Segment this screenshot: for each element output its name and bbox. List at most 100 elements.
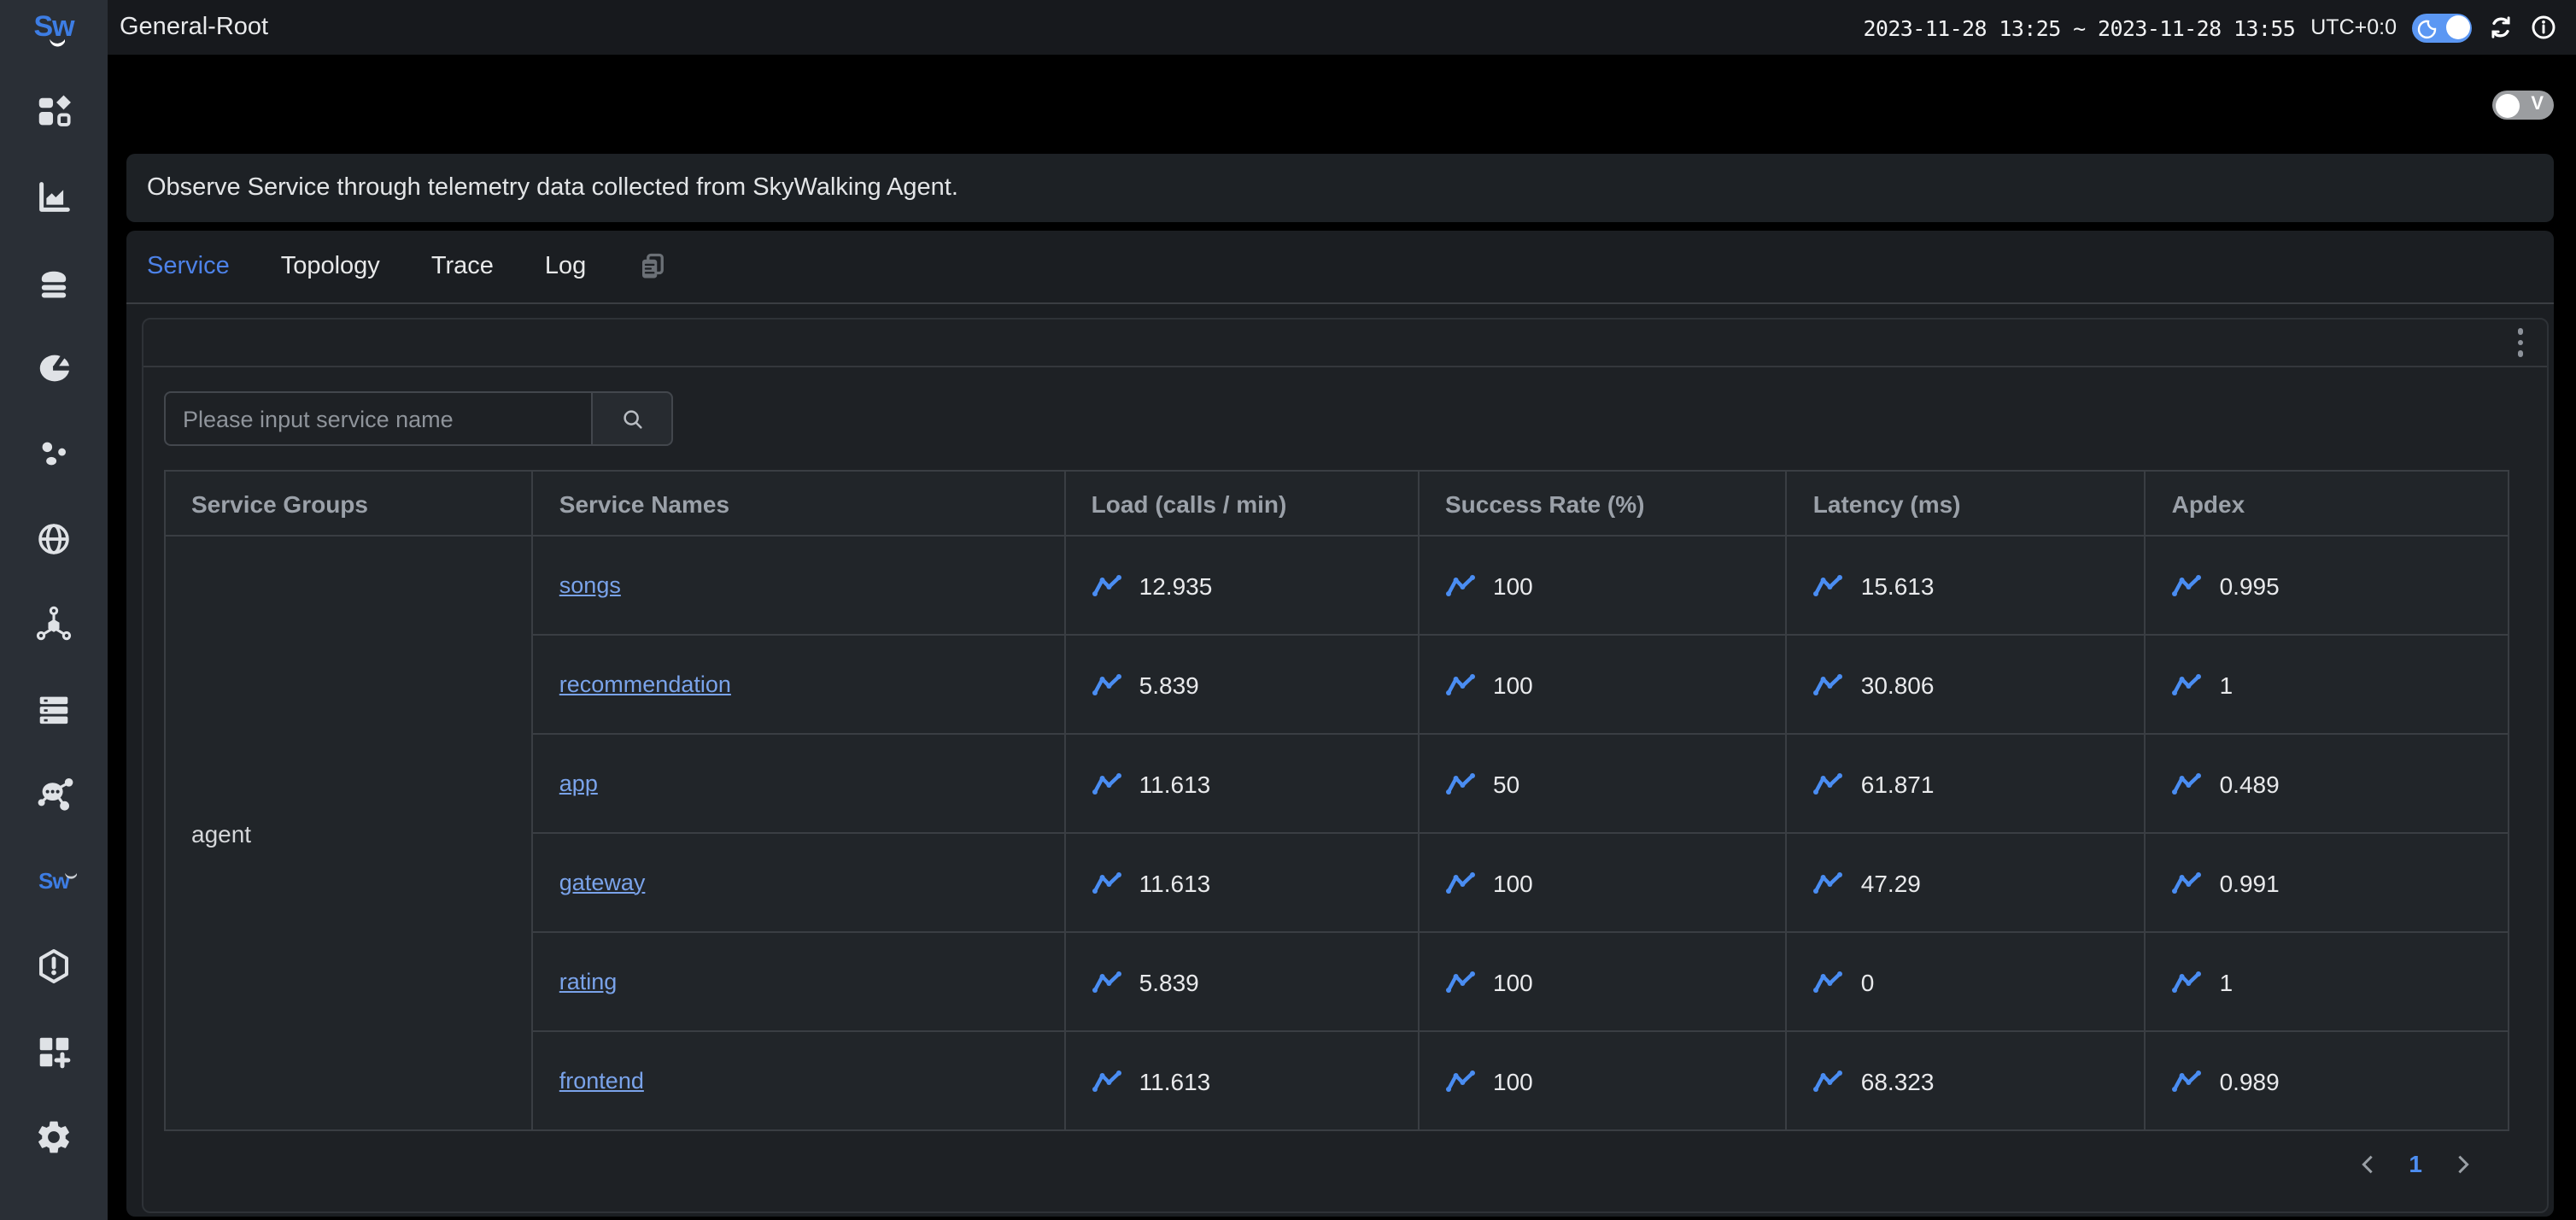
sparkline-icon bbox=[1813, 672, 1844, 696]
topbar: General-Root 2023-11-28 13:25 ~ 2023-11-… bbox=[108, 0, 2576, 55]
sparkline-icon bbox=[2172, 771, 2203, 795]
service-search bbox=[164, 391, 673, 446]
latency-value: 61.871 bbox=[1861, 770, 1935, 797]
load-value: 11.613 bbox=[1139, 1067, 1211, 1094]
dashboard-area: V Observe Service through telemetry data… bbox=[108, 55, 2576, 1220]
page-title: General-Root bbox=[108, 14, 268, 41]
apdex-value: 0.489 bbox=[2220, 770, 2280, 797]
bar-chart-icon[interactable] bbox=[0, 154, 108, 239]
sidebar-nav: Sw bbox=[0, 55, 108, 1179]
layers-icon[interactable] bbox=[0, 239, 108, 325]
sparkline-icon bbox=[1445, 672, 1476, 696]
scatter-dots-icon[interactable] bbox=[0, 410, 108, 496]
service-panel: Service Topology Trace Log bbox=[126, 231, 2554, 1217]
col-load: Load (calls / min) bbox=[1065, 471, 1419, 536]
tab-service[interactable]: Service bbox=[147, 253, 230, 280]
gear-icon[interactable] bbox=[0, 1094, 108, 1179]
network-nodes-icon[interactable] bbox=[0, 752, 108, 837]
search-button[interactable] bbox=[591, 391, 673, 446]
latency-value: 0 bbox=[1861, 968, 1875, 995]
tab-divider bbox=[126, 302, 2554, 304]
tab-bar: Service Topology Trace Log bbox=[126, 231, 2554, 302]
shapes-icon[interactable] bbox=[0, 68, 108, 154]
sparkline-icon bbox=[1813, 970, 1844, 994]
col-service-groups: Service Groups bbox=[165, 471, 533, 536]
widget-menu-icon[interactable] bbox=[2510, 326, 2530, 360]
service-link[interactable]: frontend bbox=[559, 1067, 644, 1093]
skywalking-app: Sw bbox=[0, 0, 2576, 1220]
sidebar: Sw bbox=[0, 0, 108, 1220]
load-value: 11.613 bbox=[1139, 770, 1211, 797]
description-banner: Observe Service through telemetry data c… bbox=[126, 154, 2554, 222]
skywalking-logo[interactable]: Sw bbox=[0, 0, 108, 55]
search-input[interactable] bbox=[164, 391, 591, 446]
info-icon[interactable] bbox=[2530, 14, 2557, 41]
sparkline-icon bbox=[1445, 573, 1476, 597]
theme-toggle[interactable] bbox=[2412, 13, 2472, 42]
tab-topology[interactable]: Topology bbox=[281, 253, 380, 280]
service-table-widget: Service Groups Service Names Load (calls… bbox=[142, 318, 2549, 1213]
current-page[interactable]: 1 bbox=[2409, 1150, 2422, 1177]
prev-page-icon[interactable] bbox=[2359, 1153, 2376, 1175]
sparkline-icon bbox=[1813, 1069, 1844, 1093]
next-page-icon[interactable] bbox=[2455, 1153, 2472, 1175]
view-mode-label: V bbox=[2531, 93, 2544, 114]
latency-value: 68.323 bbox=[1861, 1067, 1935, 1094]
sparkline-icon bbox=[1092, 970, 1122, 994]
sparkline-icon bbox=[2172, 970, 2203, 994]
sparkline-icon bbox=[2172, 871, 2203, 894]
pagination: 1 bbox=[161, 1150, 2472, 1177]
latency-value: 47.29 bbox=[1861, 869, 1921, 896]
col-latency: Latency (ms) bbox=[1787, 471, 2146, 536]
moon-icon bbox=[2417, 17, 2438, 48]
table-row: agent songs 12.935 100 15.613 0.995 bbox=[165, 536, 2509, 635]
timezone-label[interactable]: UTC+0:0 bbox=[2310, 15, 2397, 39]
apdex-value: 0.991 bbox=[2220, 869, 2280, 896]
service-link[interactable]: gateway bbox=[559, 869, 646, 894]
hexagon-alert-icon[interactable] bbox=[0, 923, 108, 1008]
apdex-value: 1 bbox=[2220, 968, 2234, 995]
sparkline-icon bbox=[1445, 1069, 1476, 1093]
sparkline-icon bbox=[1445, 871, 1476, 894]
success-rate-value: 50 bbox=[1493, 770, 1519, 797]
logo-crescent-icon bbox=[66, 866, 78, 880]
sparkline-icon bbox=[1813, 771, 1844, 795]
globe-icon[interactable] bbox=[0, 496, 108, 581]
apdex-value: 0.995 bbox=[2220, 572, 2280, 599]
success-rate-value: 100 bbox=[1493, 1067, 1533, 1094]
col-service-names: Service Names bbox=[533, 471, 1065, 536]
cube-axis-icon[interactable] bbox=[0, 581, 108, 666]
banner-text: Observe Service through telemetry data c… bbox=[126, 174, 958, 202]
service-link[interactable]: rating bbox=[559, 968, 618, 994]
sparkline-icon bbox=[1445, 771, 1476, 795]
sparkline-icon bbox=[1092, 871, 1122, 894]
grid-plus-icon[interactable] bbox=[0, 1008, 108, 1094]
tab-trace[interactable]: Trace bbox=[431, 253, 494, 280]
service-table: Service Groups Service Names Load (calls… bbox=[164, 470, 2509, 1131]
service-link[interactable]: songs bbox=[559, 572, 621, 597]
service-link[interactable]: app bbox=[559, 770, 598, 795]
toggle-knob bbox=[2495, 93, 2519, 117]
sparkline-icon bbox=[2172, 672, 2203, 696]
time-range[interactable]: 2023-11-28 13:25 ~ 2023-11-28 13:55 bbox=[1863, 15, 2295, 40]
service-link[interactable]: recommendation bbox=[559, 671, 731, 696]
success-rate-value: 100 bbox=[1493, 671, 1533, 698]
tab-log[interactable]: Log bbox=[545, 253, 586, 280]
table-header-row: Service Groups Service Names Load (calls… bbox=[165, 471, 2509, 536]
refresh-icon[interactable] bbox=[2487, 14, 2515, 41]
logo-crescent-icon bbox=[49, 22, 64, 56]
sparkline-icon bbox=[1445, 970, 1476, 994]
latency-value: 15.613 bbox=[1861, 572, 1935, 599]
document-copy-icon[interactable] bbox=[637, 251, 668, 282]
col-success-rate: Success Rate (%) bbox=[1419, 471, 1787, 536]
load-value: 11.613 bbox=[1139, 869, 1211, 896]
server-list-icon[interactable] bbox=[0, 666, 108, 752]
pie-chart-icon[interactable] bbox=[0, 325, 108, 410]
sparkline-icon bbox=[1092, 672, 1122, 696]
skywalking-logo-icon[interactable]: Sw bbox=[0, 837, 108, 923]
sparkline-icon bbox=[2172, 1069, 2203, 1093]
sparkline-icon bbox=[1092, 1069, 1122, 1093]
view-edit-toggle[interactable]: V bbox=[2492, 91, 2554, 120]
success-rate-value: 100 bbox=[1493, 968, 1533, 995]
latency-value: 30.806 bbox=[1861, 671, 1935, 698]
